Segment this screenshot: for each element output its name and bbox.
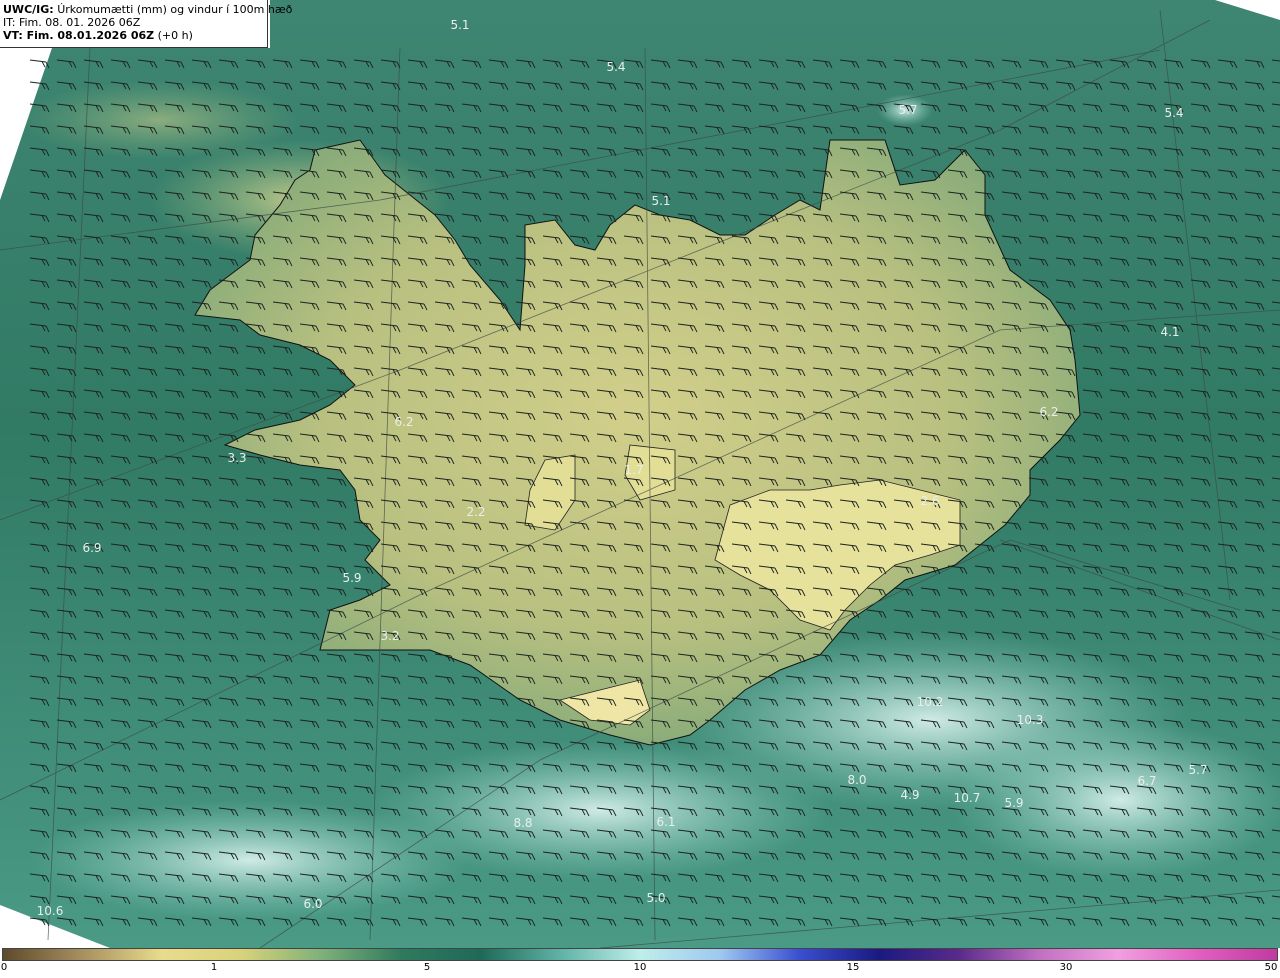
value-label: 8.0 bbox=[847, 773, 867, 787]
value-label: 6.2 bbox=[394, 415, 414, 429]
colorbar-strip bbox=[2, 948, 1278, 961]
title-line: UWC/IG: Úrkomumætti (mm) og vindur í 100… bbox=[3, 3, 292, 16]
value-label: 10.3 bbox=[1016, 713, 1044, 727]
value-label: 5.9 bbox=[1004, 796, 1024, 810]
value-label: 6.2 bbox=[1039, 405, 1059, 419]
value-label: 5.4 bbox=[606, 60, 626, 74]
colorbar-tick-label: 30 bbox=[1059, 962, 1073, 973]
value-label: 6.1 bbox=[656, 815, 676, 829]
value-label: 5.4 bbox=[1164, 106, 1184, 120]
value-label: 10.2 bbox=[916, 695, 944, 709]
valid-time-line: VT: Fim. 08.01.2026 06Z (+0 h) bbox=[3, 29, 264, 42]
value-label: 5.9 bbox=[342, 571, 362, 585]
colorbar-tick-label: 5 bbox=[423, 962, 431, 973]
colorbar-tick-label: 10 bbox=[633, 962, 647, 973]
valid-time: VT: Fim. 08.01.2026 06Z bbox=[3, 29, 155, 42]
product-title: Úrkomumætti (mm) og vindur í 100m hæð bbox=[57, 3, 293, 16]
map-area: UWC/IG: Úrkomumætti (mm) og vindur í 100… bbox=[0, 0, 1280, 948]
value-label: 5.0 bbox=[646, 891, 666, 905]
value-label: 6.0 bbox=[303, 897, 323, 911]
value-label: 5.7 bbox=[1188, 763, 1208, 777]
lead-time: (+0 h) bbox=[157, 29, 193, 42]
model-code: UWC/IG: bbox=[3, 3, 54, 16]
value-label: 5.7 bbox=[898, 103, 918, 117]
value-label: 1.7 bbox=[624, 463, 644, 477]
colorbar-tick-label: 15 bbox=[846, 962, 860, 973]
map-title-box: UWC/IG: Úrkomumætti (mm) og vindur í 100… bbox=[0, 0, 292, 48]
value-label: 4.9 bbox=[900, 788, 920, 802]
value-label: 5.1 bbox=[651, 194, 671, 208]
value-label: 10.7 bbox=[953, 791, 981, 805]
value-label: 8.8 bbox=[513, 816, 533, 830]
value-label: 3.3 bbox=[227, 451, 247, 465]
value-label: 3.2 bbox=[380, 629, 400, 643]
value-label: 5.1 bbox=[450, 18, 470, 32]
colorbar: 0 1 5 10 15 30 50 bbox=[0, 948, 1280, 978]
initial-time: IT: Fim. 08. 01. 2026 06Z bbox=[3, 16, 141, 29]
value-label: 2.6 bbox=[920, 494, 940, 508]
value-label: 2.2 bbox=[466, 505, 486, 519]
value-label: 6.7 bbox=[1137, 774, 1157, 788]
value-label: 6.9 bbox=[82, 541, 102, 555]
colorbar-tick-label: 1 bbox=[210, 962, 218, 973]
colorbar-tick-label: 0 bbox=[0, 962, 8, 973]
value-label: 4.1 bbox=[1160, 325, 1180, 339]
value-label: 10.6 bbox=[36, 904, 64, 918]
colorbar-tick-label: 50 bbox=[1264, 962, 1278, 973]
